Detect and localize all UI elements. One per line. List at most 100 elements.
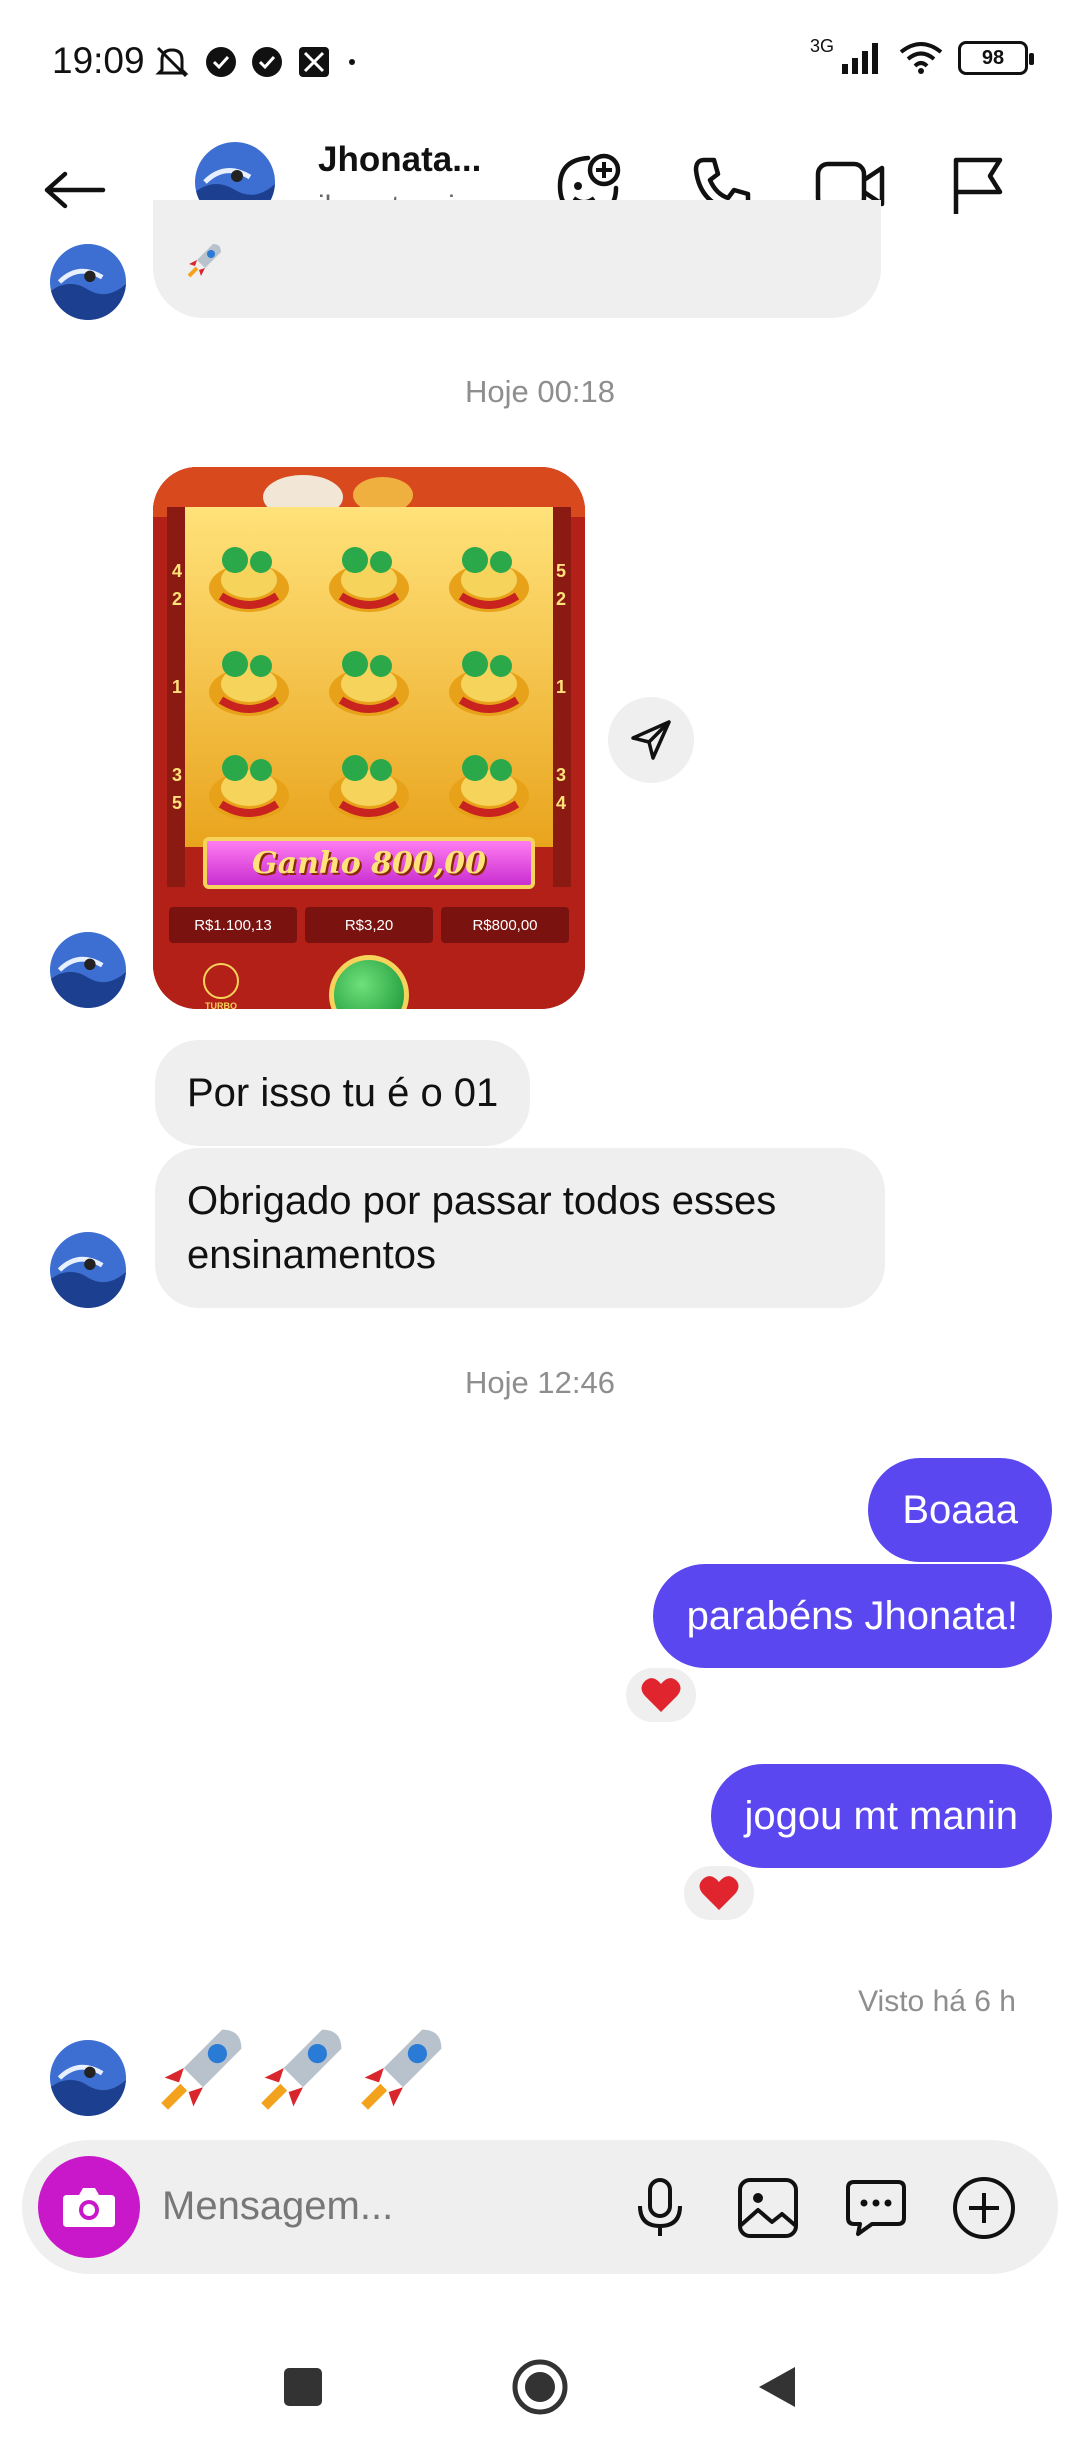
app-notification-icon xyxy=(299,47,329,77)
line-number: 4 xyxy=(555,793,566,813)
send-arrow-icon xyxy=(631,720,671,760)
outgoing-message[interactable]: parabéns Jhonata! xyxy=(652,1564,1052,1668)
heart-icon xyxy=(699,1876,739,1910)
outgoing-message[interactable]: Boaaa xyxy=(868,1458,1052,1562)
sticker-button[interactable] xyxy=(838,2170,914,2246)
slot-symbol xyxy=(429,627,549,731)
slot-symbol xyxy=(309,627,429,731)
shared-image-message[interactable]: 4 2 1 3 5 5 2 1 3 4 Ganho 800,00 R$1.100… xyxy=(153,467,585,1009)
contact-avatar-small[interactable] xyxy=(50,2040,126,2116)
check-circle-icon xyxy=(206,47,236,77)
line-number: 3 xyxy=(171,765,182,785)
signal-icon xyxy=(842,43,878,74)
slot-symbol xyxy=(429,523,549,627)
avatar-image xyxy=(50,932,126,1008)
line-number: 2 xyxy=(171,589,182,609)
slot-info-bar: R$1.100,13 R$3,20 R$800,00 xyxy=(169,907,569,943)
contact-name[interactable]: Jhonata... xyxy=(318,140,508,180)
contact-avatar-small[interactable] xyxy=(50,932,126,1008)
slot-symbol xyxy=(309,731,429,835)
avatar-image xyxy=(50,2040,126,2116)
bet-value: R$3,20 xyxy=(344,916,394,934)
rocket-icon xyxy=(361,2029,442,2110)
camera-icon xyxy=(63,2188,115,2227)
report-button[interactable] xyxy=(938,146,1018,226)
back-nav-button[interactable] xyxy=(742,2352,812,2422)
slot-symbol xyxy=(309,523,429,627)
message-input[interactable] xyxy=(162,2176,592,2236)
line-number: 4 xyxy=(171,561,182,581)
microphone-icon xyxy=(638,2178,682,2236)
win-banner: Ganho 800,00 xyxy=(203,837,535,889)
more-dot-icon xyxy=(349,59,355,65)
navigation-bar xyxy=(0,2300,1080,2460)
previous-message-bubble[interactable] xyxy=(153,200,881,318)
reel-line-numbers-right: 5 2 1 3 4 xyxy=(551,557,571,817)
heart-icon xyxy=(641,1678,681,1712)
slot-symbol xyxy=(189,523,309,627)
line-number: 1 xyxy=(555,677,566,697)
message-reaction[interactable] xyxy=(680,1862,758,1924)
rocket-icon xyxy=(161,2029,242,2110)
gallery-button[interactable] xyxy=(730,2170,806,2246)
turbo-label: TURBO xyxy=(205,1001,237,1009)
square-icon xyxy=(284,2368,322,2406)
win-box: R$800,00 xyxy=(441,907,569,943)
line-number: 1 xyxy=(171,677,182,697)
share-image-button[interactable] xyxy=(608,697,694,783)
seen-status: Visto há 6 h xyxy=(858,1985,1016,2018)
balance-value: R$1.100,13 xyxy=(194,916,272,934)
win-value: R$800,00 xyxy=(472,916,538,934)
slot-symbol xyxy=(429,731,549,835)
incoming-message[interactable]: Obrigado por passar todos esses ensiname… xyxy=(155,1148,885,1308)
message-composer xyxy=(22,2140,1058,2274)
back-button[interactable] xyxy=(40,155,110,225)
bet-box: R$3,20 xyxy=(305,907,433,943)
win-amount: Ganho 800,00 xyxy=(252,845,486,881)
contact-avatar-small[interactable] xyxy=(50,244,126,320)
status-notification-icons xyxy=(152,42,360,82)
more-options-button[interactable] xyxy=(946,2170,1022,2246)
camera-button[interactable] xyxy=(38,2156,140,2258)
triangle-back-icon xyxy=(759,2367,795,2407)
plus-circle-icon xyxy=(953,2177,1015,2239)
battery-icon: 98 xyxy=(958,41,1034,75)
contact-avatar-small[interactable] xyxy=(50,1232,126,1308)
message-timestamp: Hoje 12:46 xyxy=(465,1365,615,1400)
check-circle-icon xyxy=(252,47,282,77)
recents-button[interactable] xyxy=(268,2352,338,2422)
outgoing-message[interactable]: jogou mt manin xyxy=(710,1764,1052,1868)
line-number: 5 xyxy=(171,793,182,813)
slot-symbol xyxy=(189,627,309,731)
slot-reels xyxy=(189,523,549,835)
chat-bubble-icon xyxy=(846,2180,906,2236)
flag-icon xyxy=(953,157,1003,214)
avatar-image xyxy=(50,1232,126,1308)
rocket-icon xyxy=(187,244,221,278)
reel-line-numbers-left: 4 2 1 3 5 xyxy=(167,557,187,817)
emoji-message[interactable]: 🚀🚀🚀 xyxy=(155,2020,475,2120)
home-button[interactable] xyxy=(505,2352,575,2422)
home-circle-icon xyxy=(512,2359,568,2415)
avatar-image xyxy=(50,244,126,320)
incoming-message[interactable]: Por isso tu é o 01 xyxy=(155,1040,531,1146)
line-number: 5 xyxy=(555,561,566,581)
network-type: 3G xyxy=(809,35,834,56)
status-time: 19:09 xyxy=(52,40,145,81)
status-bar: 19:09 3G 98 xyxy=(0,0,1080,120)
message-timestamp: Hoje 00:18 xyxy=(465,374,615,409)
silent-bell-icon xyxy=(155,46,189,78)
battery-level: 98 xyxy=(981,46,1005,69)
balance-box: R$1.100,13 xyxy=(169,907,297,943)
turbo-button: TURBO xyxy=(203,963,239,1009)
image-icon xyxy=(738,2178,798,2238)
line-number: 2 xyxy=(555,589,566,609)
message-reaction[interactable] xyxy=(622,1664,700,1726)
slot-symbol xyxy=(189,731,309,835)
line-number: 3 xyxy=(555,765,566,785)
arrow-left-icon xyxy=(44,171,106,209)
voice-message-button[interactable] xyxy=(622,2170,698,2246)
status-system-icons: 3G 98 xyxy=(810,36,1034,76)
rocket-icon xyxy=(261,2029,342,2110)
wifi-icon xyxy=(899,42,943,74)
